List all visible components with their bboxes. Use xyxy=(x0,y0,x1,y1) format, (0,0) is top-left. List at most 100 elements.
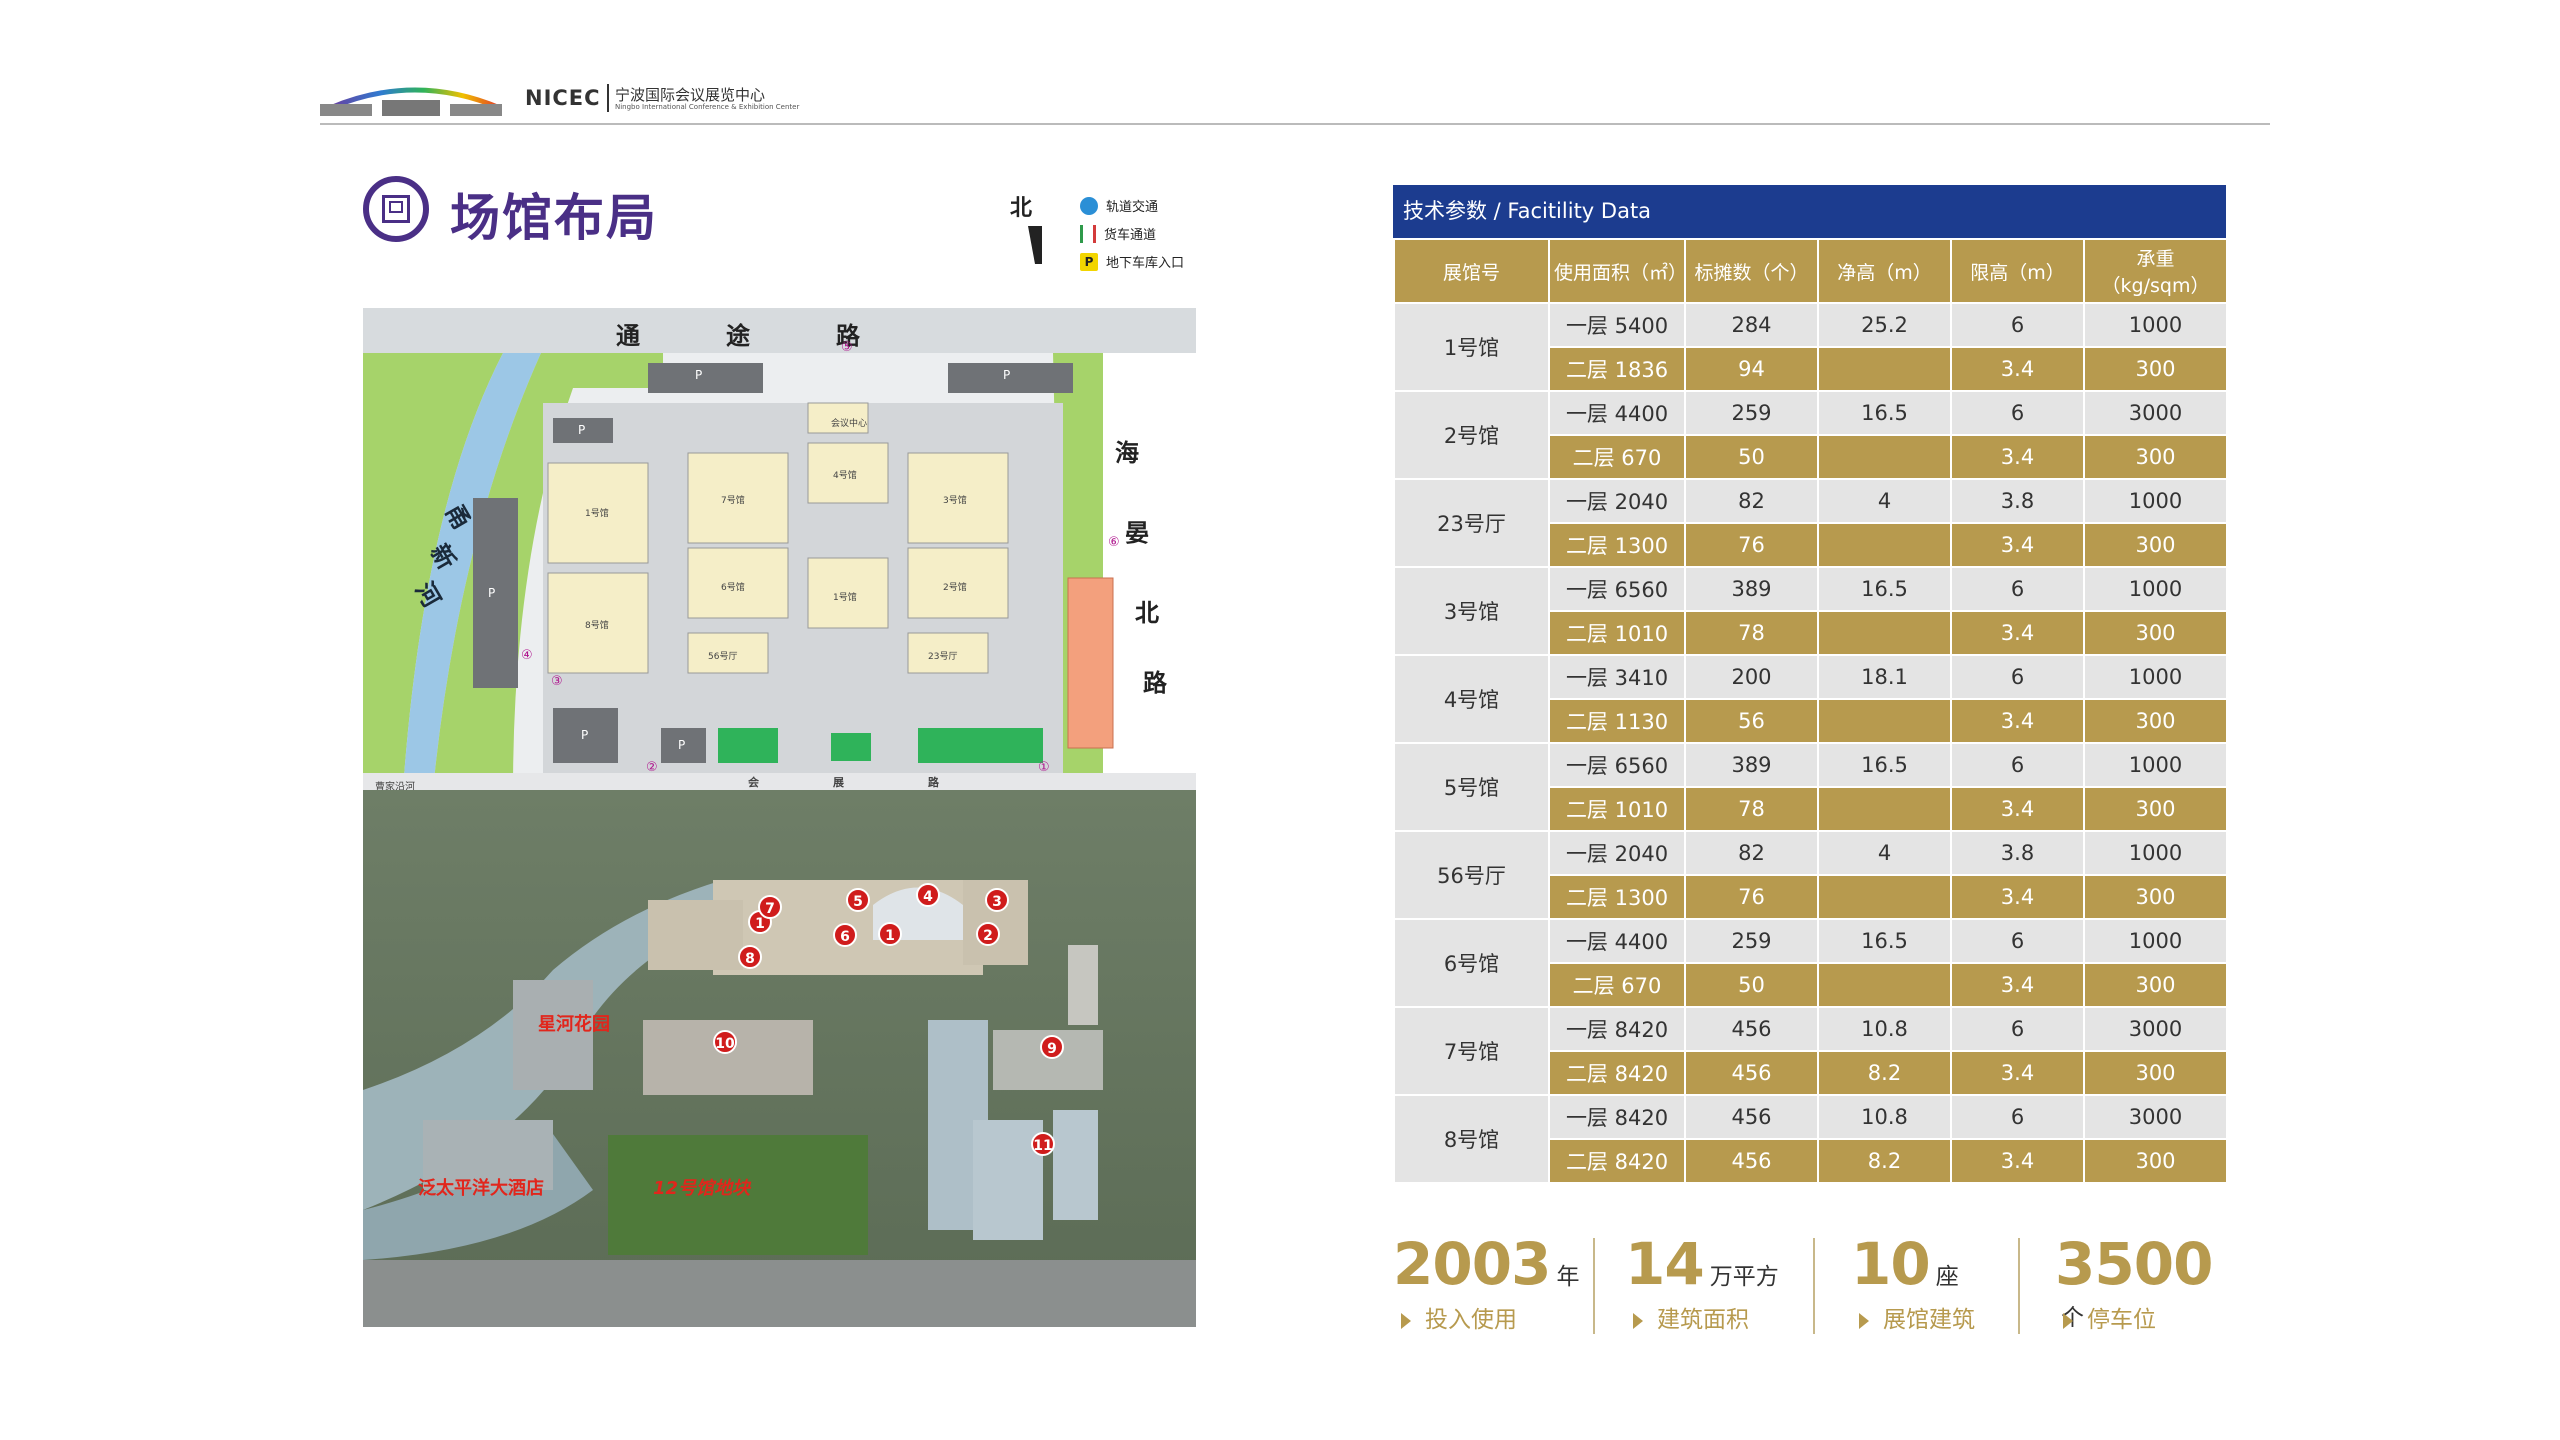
column-header: 限高（m） xyxy=(1950,238,2085,304)
table-cell: 200 xyxy=(1684,654,1819,700)
table-cell: 6 xyxy=(1950,918,2085,964)
aerial-label: 12号馆地块 xyxy=(653,1178,751,1199)
table-cell: 50 xyxy=(1684,434,1819,480)
gate-marker: ⑥ xyxy=(1108,535,1120,550)
table-cell xyxy=(1817,346,1952,392)
table-cell: 6 xyxy=(1950,1006,2085,1052)
table-cell: 456 xyxy=(1684,1006,1819,1052)
brand-divider xyxy=(607,84,609,112)
table-cell: 3.4 xyxy=(1950,610,2085,656)
page-title: 场馆布局 xyxy=(450,189,658,247)
table-cell: 4 xyxy=(1817,478,1952,524)
table-row: 4号馆 一层 3410 200 18.1 6 1000 xyxy=(1393,654,2228,744)
table-cell: 300 xyxy=(2083,434,2228,480)
table-cell: 300 xyxy=(2083,1050,2228,1096)
parking-entrance-icon: P xyxy=(1080,252,1098,271)
table-cell: 10.8 xyxy=(1817,1006,1952,1052)
table-cell: 300 xyxy=(2083,874,2228,920)
table-cell: 1000 xyxy=(2083,918,2228,964)
table-cell: 1000 xyxy=(2083,830,2228,876)
table-cell: 6 xyxy=(1950,1094,2085,1140)
aerial-label: 泛太平洋大酒店 xyxy=(418,1178,544,1199)
table-cell: 8.2 xyxy=(1817,1138,1952,1184)
table-cell: 300 xyxy=(2083,962,2228,1008)
hall-label: 1号馆 xyxy=(585,509,609,519)
legend-label: 地下车库入口 xyxy=(1106,256,1185,271)
aerial-render xyxy=(363,790,1196,1327)
table-cell: 3.4 xyxy=(1950,434,2085,480)
table-cell xyxy=(1817,698,1952,744)
table-cell xyxy=(1817,962,1952,1008)
stat-unit: 年 xyxy=(1556,1264,1580,1290)
table-cell: 3.8 xyxy=(1950,478,2085,524)
brand-cn: 宁波国际会议展览中心 xyxy=(615,86,766,104)
road-label: 途 xyxy=(726,322,750,350)
parking-label: P xyxy=(581,728,589,742)
table-cell: 一层 3410 xyxy=(1548,654,1686,700)
table-cell: 3.4 xyxy=(1950,962,2085,1008)
stat-item: 3500个 停车位 xyxy=(2055,1230,2233,1340)
legend-item: P 地下车库入口 xyxy=(1080,252,1184,271)
legend-item: 货车通道 xyxy=(1080,224,1156,243)
table-cell: 1000 xyxy=(2083,478,2228,524)
table-cell: 6 xyxy=(1950,566,2085,612)
header-rule xyxy=(320,123,2270,125)
parking-label: P xyxy=(1003,368,1011,382)
table-cell: 259 xyxy=(1684,918,1819,964)
hall-label: 8号馆 xyxy=(585,621,609,631)
table-cell: 二层 1300 xyxy=(1548,522,1686,568)
table-cell: 8.2 xyxy=(1817,1050,1952,1096)
road-label: 路 xyxy=(1143,669,1167,697)
road-label: 会 xyxy=(748,776,759,789)
table-row: 56号厅 一层 2040 82 4 3.8 1000 xyxy=(1393,830,2228,920)
hall-label: 3号馆 xyxy=(943,496,967,506)
road-label: 展 xyxy=(833,776,844,789)
table-cell: 二层 670 xyxy=(1548,962,1686,1008)
table-cell: 82 xyxy=(1684,830,1819,876)
hall-name-cell: 56号厅 xyxy=(1393,830,1550,920)
hall-label: 6号馆 xyxy=(721,583,745,593)
gate-marker: ① xyxy=(1038,760,1050,775)
stat-item: 2003 年 投入使用 xyxy=(1393,1230,1579,1340)
hall-label: 1号馆 xyxy=(833,593,857,603)
table-cell: 389 xyxy=(1684,742,1819,788)
table-cell: 78 xyxy=(1684,786,1819,832)
table-cell: 18.1 xyxy=(1817,654,1952,700)
truck-lane-icon xyxy=(1080,224,1096,243)
road-label: 海 xyxy=(1115,439,1139,467)
stat-divider xyxy=(1593,1238,1595,1334)
table-row: 6号馆 一层 4400 259 16.5 6 1000 xyxy=(1393,918,2228,1008)
table-cell: 259 xyxy=(1684,390,1819,436)
table-cell: 78 xyxy=(1684,610,1819,656)
table-cell: 二层 8420 xyxy=(1548,1138,1686,1184)
hall-name-cell: 6号馆 xyxy=(1393,918,1550,1008)
table-row: 3号馆 一层 6560 389 16.5 6 1000 xyxy=(1393,566,2228,656)
hall-marker: 2 xyxy=(976,922,1000,946)
table-cell: 6 xyxy=(1950,742,2085,788)
table-cell: 16.5 xyxy=(1817,918,1952,964)
table-cell: 284 xyxy=(1684,302,1819,348)
table-cell: 二层 1836 xyxy=(1548,346,1686,392)
table-cell: 1000 xyxy=(2083,302,2228,348)
hall-marker: 11 xyxy=(1031,1132,1055,1156)
table-cell: 3.4 xyxy=(1950,1138,2085,1184)
table-cell: 3.4 xyxy=(1950,874,2085,920)
table-cell: 一层 8420 xyxy=(1548,1006,1686,1052)
table-cell: 300 xyxy=(2083,1138,2228,1184)
table-cell xyxy=(1817,874,1952,920)
table-cell: 56 xyxy=(1684,698,1819,744)
north-arrow-icon xyxy=(1028,226,1042,264)
table-cell: 300 xyxy=(2083,522,2228,568)
table-cell: 3000 xyxy=(2083,390,2228,436)
hall-label: 23号厅 xyxy=(928,652,958,662)
column-header: 标摊数（个） xyxy=(1684,238,1819,304)
table-cell: 4 xyxy=(1817,830,1952,876)
table-cell: 456 xyxy=(1684,1050,1819,1096)
table-cell: 300 xyxy=(2083,610,2228,656)
table-cell xyxy=(1817,786,1952,832)
table-cell: 76 xyxy=(1684,874,1819,920)
table-cell: 16.5 xyxy=(1817,390,1952,436)
table-cell: 6 xyxy=(1950,302,2085,348)
facility-data-table: 技术参数 / Facitility Data 展馆号 使用面积（㎡） 标摊数（个… xyxy=(1393,185,2228,1184)
hall-marker: 8 xyxy=(738,945,762,969)
